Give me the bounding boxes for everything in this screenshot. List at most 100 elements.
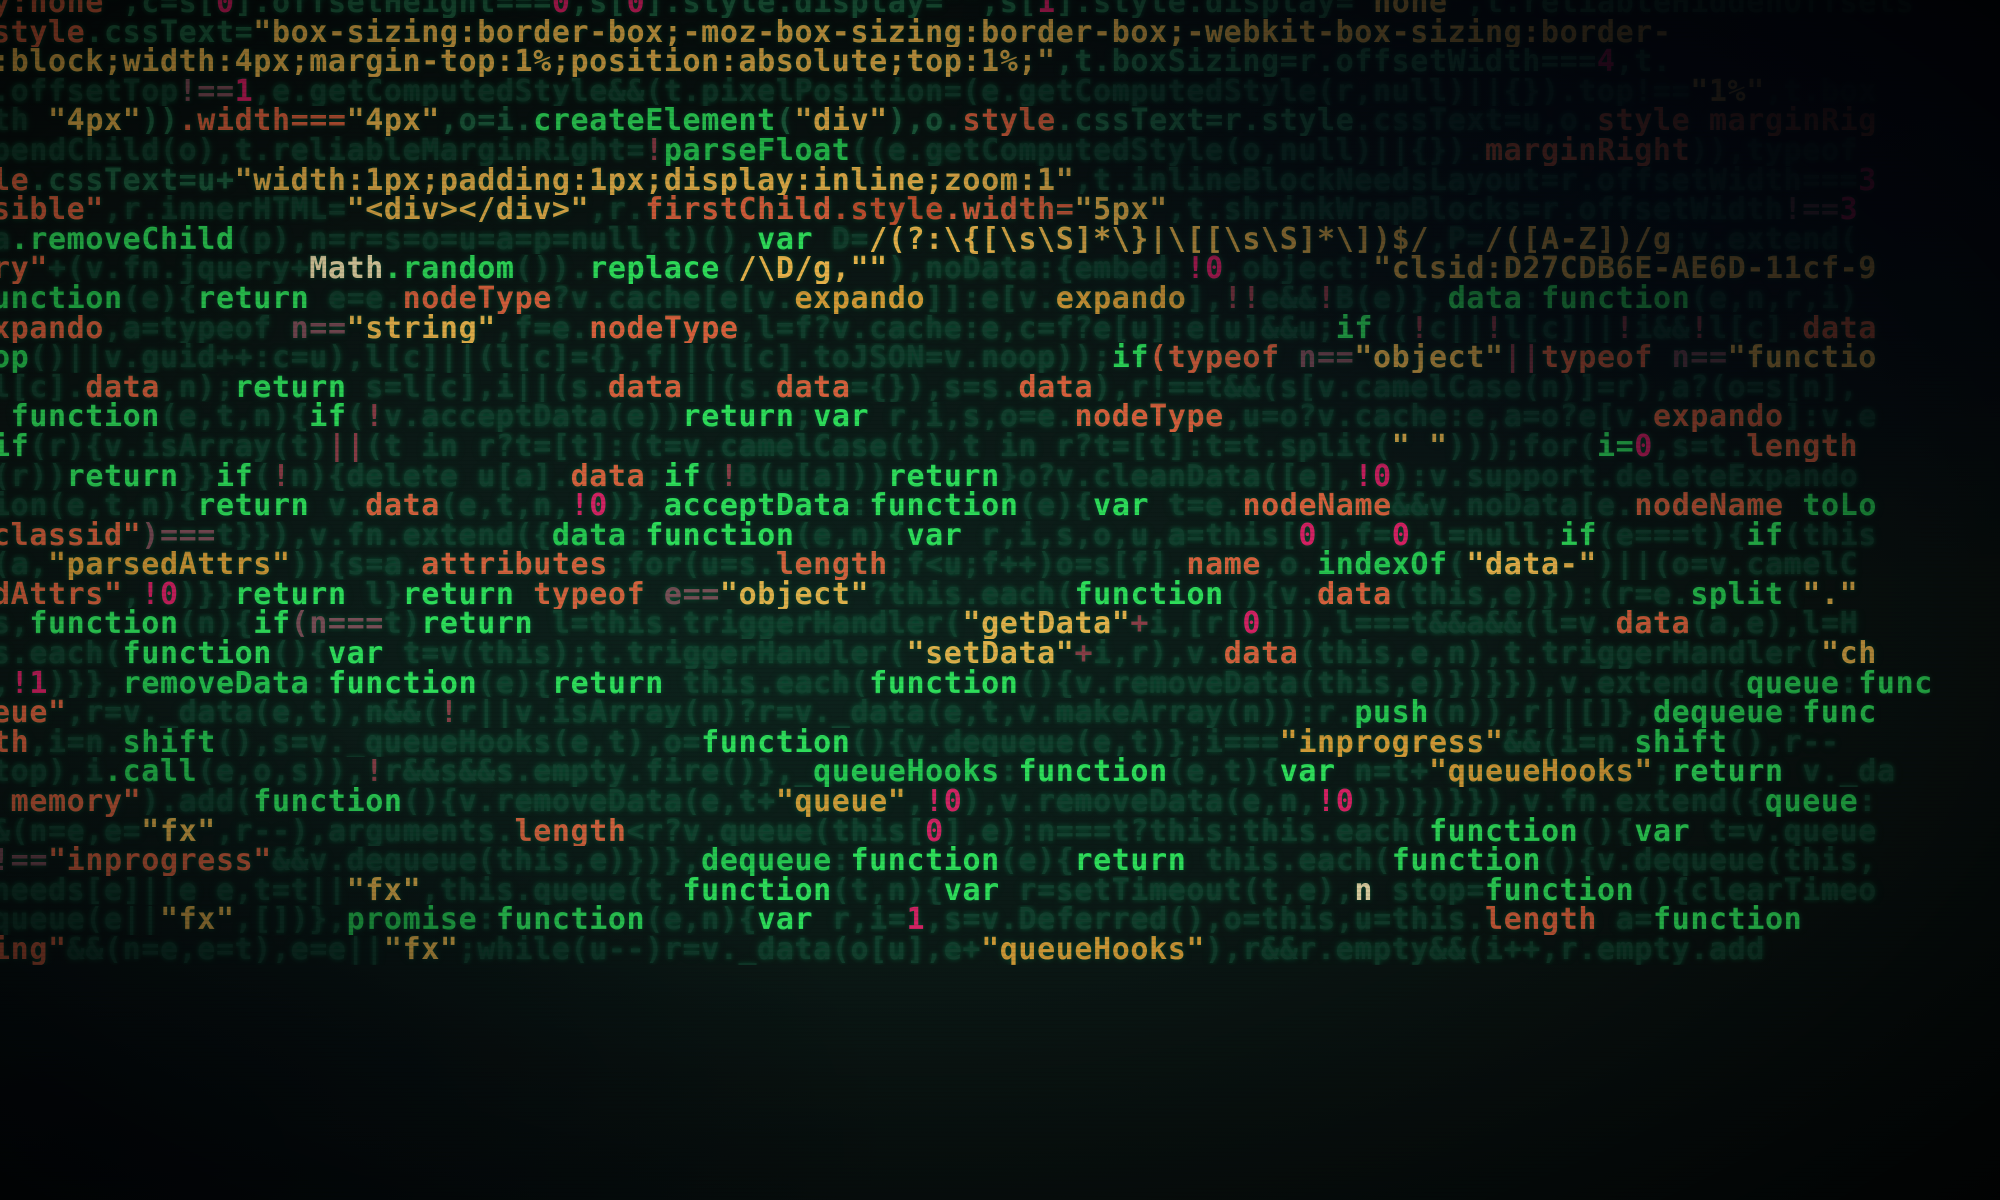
code-token: l=this.triggerHandler( — [533, 609, 963, 640]
code-token: (p),n=r=s=o=u=a=p=null,t)(), — [234, 224, 758, 255]
code-token: ,f=e. — [495, 313, 590, 344]
code-token: ,e.getComputedStyle&&(t.pixelPosition=(e… — [253, 76, 1691, 107]
code-line: th "4px")).width==="4px",o=i.createEleme… — [0, 106, 2000, 136]
code-token: data — [1018, 372, 1094, 403]
code-line: memory").add(function(){v.removeData(e,t… — [0, 787, 2000, 817]
code-token: if — [1559, 520, 1598, 551]
code-token: : — [1858, 787, 1877, 817]
code-token: 1 — [906, 905, 926, 935]
code-token: ,s[ — [570, 0, 627, 18]
code-line: ry"+(v.fn.jquery+Math.random()).replace(… — [0, 254, 2000, 284]
code-token: length — [514, 816, 627, 847]
code-token: l} — [346, 579, 403, 610]
code-token: .style — [831, 195, 944, 225]
code-token: e== — [645, 579, 720, 610]
code-token: needs[e]||e e,t=t|| — [0, 875, 347, 906]
code-token: n== — [1652, 343, 1728, 373]
code-token: "fx" — [383, 935, 459, 965]
code-token: function — [869, 491, 1019, 521]
code-token: /(?:\{[\s\S]*\}|\[[\s\S]*\])$/ — [869, 224, 1430, 255]
code-token: data — [775, 372, 851, 403]
code-token: ,r. — [589, 195, 646, 225]
code-text-layer: y:none",c=s[0].offsetHeight===0,s[0].sty… — [0, 0, 2000, 965]
code-token: : — [850, 491, 870, 521]
code-line: sible",r.innerHTML="<div></div>",r.first… — [0, 195, 2000, 225]
code-token: ,o. — [1261, 550, 1318, 580]
code-token: var — [757, 224, 814, 255]
code-token: ion — [0, 491, 48, 521]
code-token: split — [1690, 579, 1784, 610]
code-line: l[c].data,n);return s=l[c],i||(s.data||(… — [0, 373, 2000, 403]
code-line: top),i.call(e,o,s)),!r&&s&&s.empty.fire(… — [0, 757, 2000, 787]
code-token: function — [1074, 579, 1224, 610]
code-token: ,r.innerHTML= — [103, 195, 347, 225]
code-token: return — [682, 402, 795, 432]
code-token: i,r),v. — [1093, 639, 1224, 669]
code-token: || — [327, 431, 366, 462]
code-token: (this,e)}):(r=e. — [1391, 579, 1691, 610]
code-token: sible" — [0, 195, 104, 225]
code-token: ",c=s[ — [103, 0, 216, 18]
code-token: return — [197, 283, 310, 314]
code-token: n){delete u[a]. — [290, 461, 571, 492]
code-token: : — [309, 668, 328, 699]
code-token: , — [122, 579, 142, 610]
code-token: return — [402, 579, 515, 610]
code-token: var — [813, 402, 870, 432]
code-token: name — [1186, 550, 1262, 580]
code-token: (typeof — [1149, 343, 1280, 373]
code-line: y:none",c=s[0].offsetHeight===0,s[0].sty… — [0, 0, 2000, 18]
code-token: &&(n=e,e=t),e=e|| — [66, 935, 384, 965]
code-token: ],f= — [1317, 520, 1392, 551]
code-token: )||(o=v.camelC — [1597, 550, 1859, 580]
code-token: ! — [365, 757, 384, 788]
code-token: (e,n){ — [645, 905, 758, 935]
code-token: ):v.support.deleteExpando — [1391, 461, 1859, 492]
code-token: ,object: — [1223, 254, 1374, 284]
code-token: "functio — [1727, 343, 1877, 373]
code-token: if — [0, 431, 30, 462]
code-token: data — [1447, 283, 1523, 314]
code-token: !0 — [925, 787, 963, 817]
code-token: queueHooks — [813, 757, 1000, 788]
code-token: y:none — [0, 0, 104, 18]
code-token: <r?v.queue(this[ — [626, 816, 926, 847]
code-token: 0 — [551, 0, 571, 18]
code-token: "fx" — [346, 875, 422, 906]
code-token: r&&s&&s.empty.fire()},_ — [383, 757, 814, 788]
code-token: dAttrs" — [0, 579, 123, 610]
code-token: t=v.queue — [1690, 816, 1877, 847]
code-token: ry" — [0, 254, 48, 284]
code-token: length — [1485, 905, 1598, 935]
code-token: (t in r?t=[t]:(t=v.camelCase(t),t in r?t… — [365, 431, 1392, 462]
code-token: (e,n){ — [794, 520, 907, 551]
code-token: data — [85, 372, 160, 403]
code-token: ,P= — [1429, 224, 1486, 255]
code-token: data — [1223, 639, 1299, 669]
code-line: ,!1)}},removeData:function(e){return thi… — [0, 669, 2000, 699]
code-token: (r)) — [0, 461, 67, 492]
code-token: e&& — [1261, 283, 1318, 314]
code-token: r=setTimeout(t,e), — [999, 875, 1355, 906]
code-token: :c=u),l[c]||(l[c]={},f||(l[c].toJSON=v.n… — [253, 343, 1112, 373]
code-token: ,t.box — [1764, 76, 1877, 107]
code-token: (e,t,n, — [439, 491, 571, 521]
code-token: ! — [1410, 313, 1430, 344]
code-token: t=e. — [1149, 491, 1243, 521]
code-token: ,t.boxSizing=r.offsetWidth=== — [1055, 47, 1597, 77]
code-token: ! — [1485, 313, 1504, 344]
code-line: le.cssText=u+"width:1px;padding:1px;disp… — [0, 166, 2000, 196]
code-token: ,a=typeof — [103, 313, 272, 344]
code-token: (e,n,r,i) — [1690, 283, 1859, 314]
code-token: data — [1317, 579, 1392, 610]
code-token: .width= — [943, 195, 1075, 225]
code-line: if(r){v.isArray(t)||(t in r?t=[t]:(t=v.c… — [0, 432, 2000, 462]
code-token: "div" — [794, 106, 888, 136]
code-token: stop= — [1373, 875, 1486, 906]
code-token: +(v.fn.jquery+ — [48, 254, 310, 284]
code-token: ,l=null; — [1410, 520, 1560, 551]
code-line: (a,"parsedAttrs")){s=a.attributes;for(u=… — [0, 550, 2000, 580]
code-token: eue" — [0, 698, 67, 728]
code-token: data — [607, 372, 683, 403]
code-line: op()||v.guid++:c=u),l[c]||(l[c]={},f||(l… — [0, 343, 2000, 373]
